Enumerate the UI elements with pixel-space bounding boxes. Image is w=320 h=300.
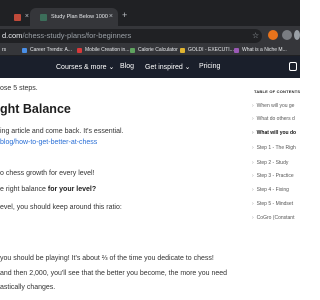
chevron-right-icon: › [252, 103, 254, 109]
toc-item[interactable]: › Step 5 - Mindset [252, 201, 293, 207]
browser-tab-active[interactable]: Study Plan Below 1000 × [30, 8, 118, 26]
chevron-right-icon: › [252, 116, 254, 122]
toc-title: TABLE OF CONTENTS [254, 89, 301, 94]
article-text: evel, you should keep around this ratio: [0, 204, 122, 211]
nav-courses[interactable]: Courses & more ⌄ [56, 63, 114, 71]
toc-item[interactable]: › Step 4 - Fixing [252, 187, 289, 193]
cart-icon[interactable] [289, 62, 297, 71]
chevron-right-icon: › [252, 130, 254, 136]
article-link[interactable]: blog/how-to-get-better-at-chess [0, 139, 97, 146]
nav-get-inspired[interactable]: Get inspired ⌄ [145, 63, 191, 71]
menu-icon[interactable] [294, 30, 300, 40]
bookmark-item[interactable]: What is a Niche M... [234, 47, 287, 53]
bookmark-item[interactable]: Calorie Calculator [130, 47, 178, 53]
article-text: astically changes. [0, 284, 56, 291]
new-tab-icon[interactable]: + [122, 10, 127, 20]
tab-favicon-icon [14, 13, 21, 21]
bookmark-item[interactable]: rs [2, 47, 6, 53]
bookmark-favicon-icon [77, 47, 82, 53]
nav-pricing[interactable]: Pricing [199, 63, 220, 70]
address-row: d.com/chess-study-plans/for-beginners ☆ [0, 26, 300, 45]
bookmark-favicon-icon [234, 47, 239, 53]
bookmarks-bar: rs Career Trends: A... Mobile Creation i… [0, 45, 300, 56]
url-text: d.com/chess-study-plans/for-beginners [2, 31, 132, 40]
article-text: e right balance for your level? [0, 186, 97, 193]
browser-tab-bar: × Study Plan Below 1000 × + [0, 0, 300, 26]
address-bar[interactable]: d.com/chess-study-plans/for-beginners ☆ [0, 29, 262, 43]
tab-favicon-icon [40, 13, 47, 21]
tab-close-icon[interactable]: × [109, 13, 113, 20]
bookmark-item[interactable]: GOLDI - EXECUTI... [180, 47, 234, 53]
bookmark-star-icon[interactable]: ☆ [252, 31, 259, 40]
bookmark-item[interactable]: Mobile Creation in... [77, 47, 129, 53]
article-text: and then 2,000, you'll see that the bett… [0, 270, 228, 277]
tab-close-icon[interactable]: × [25, 13, 29, 20]
toc-item[interactable]: › What do others d [252, 116, 295, 122]
nav-blog[interactable]: Blog [120, 63, 134, 70]
toc-item[interactable]: › CoGro (Constant [252, 215, 294, 221]
chevron-right-icon: › [252, 201, 254, 207]
bookmark-favicon-icon [180, 47, 185, 53]
bookmark-favicon-icon [130, 47, 135, 53]
toc-item[interactable]: › When will you ge [252, 103, 294, 109]
bookmark-favicon-icon [22, 47, 27, 53]
toc-item[interactable]: › Step 1 - The Righ [252, 145, 296, 151]
bookmark-item[interactable]: Career Trends: A... [22, 47, 72, 53]
chevron-right-icon: › [252, 145, 254, 151]
section-heading: ght Balance [0, 102, 71, 116]
extension-icon[interactable] [268, 30, 278, 40]
site-navbar: Courses & more ⌄ Blog Get inspired ⌄ Pri… [0, 56, 300, 78]
article-text: you should be playing! It's about ⅔ of t… [0, 255, 214, 262]
profile-avatar-icon[interactable] [282, 30, 292, 40]
toc-item-active[interactable]: › What will you do [252, 130, 296, 136]
article-text: o chess growth for every level! [0, 170, 95, 177]
toc-item[interactable]: › Step 2 - Study [252, 160, 288, 166]
article-text: ing article and come back. It's essentia… [0, 128, 124, 135]
toc-item[interactable]: › Step 3 - Practice [252, 173, 294, 179]
chevron-right-icon: › [252, 187, 254, 193]
chevron-right-icon: › [252, 160, 254, 166]
chevron-right-icon: › [252, 215, 254, 221]
chevron-right-icon: › [252, 173, 254, 179]
article-text: ose 5 steps. [0, 85, 38, 92]
tab-title: Study Plan Below 1000 [51, 14, 108, 20]
